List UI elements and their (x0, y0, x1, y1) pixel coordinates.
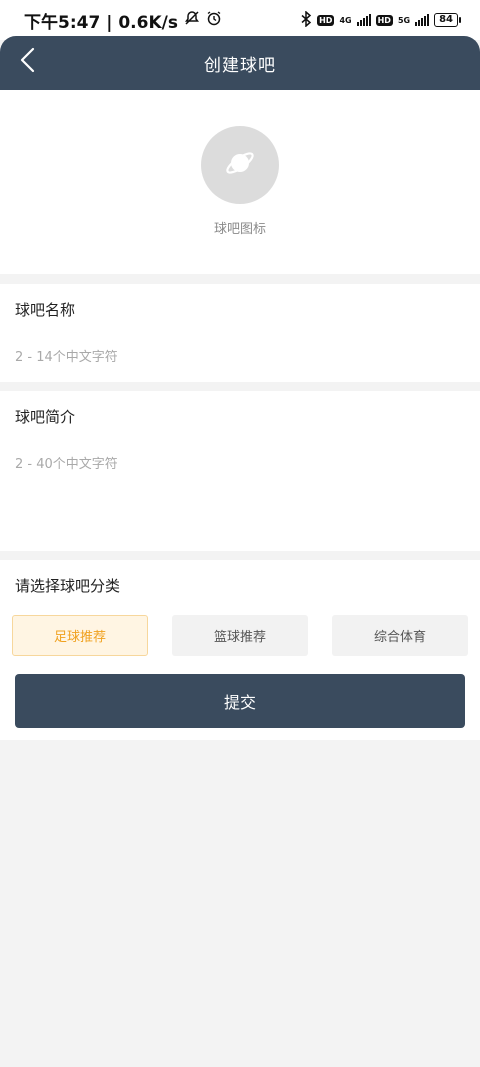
club-intro-label: 球吧简介 (15, 408, 76, 426)
category-option-general-sports[interactable]: 综合体育 (332, 615, 468, 656)
submit-button[interactable]: 提交 (15, 674, 465, 728)
category-option-football[interactable]: 足球推荐 (12, 615, 148, 656)
club-icon-upload[interactable] (201, 126, 279, 204)
planet-icon (223, 146, 257, 184)
signal-1-icon (356, 14, 371, 26)
hd-badge-1: HD (317, 14, 335, 26)
club-name-input[interactable] (15, 346, 465, 368)
alarm-clock-icon (206, 10, 222, 31)
club-intro-input[interactable] (15, 453, 465, 533)
status-time-speed: 下午5:47 | 0.6K/s (24, 12, 178, 33)
network-4g-label: 4G (339, 15, 352, 25)
app-header: 创建球吧 (0, 36, 480, 90)
bluetooth-icon (300, 9, 312, 30)
name-section: 球吧名称 (0, 284, 480, 382)
chevron-left-icon (18, 46, 38, 78)
network-5g-label: 5G (397, 15, 411, 25)
category-option-basketball[interactable]: 篮球推荐 (172, 615, 308, 656)
club-name-label: 球吧名称 (15, 301, 76, 319)
back-button[interactable] (10, 44, 46, 80)
status-right: HD 4G HD 5G 84 (300, 9, 461, 30)
category-label: 请选择球吧分类 (15, 577, 121, 595)
hd-badge-2: HD (375, 14, 393, 26)
icon-section: 球吧图标 (0, 90, 480, 274)
status-left: 下午5:47 | 0.6K/s (24, 8, 222, 33)
intro-section: 球吧简介 (0, 391, 480, 551)
category-section: 请选择球吧分类 足球推荐 篮球推荐 综合体育 提交 (0, 560, 480, 740)
signal-2-icon (415, 14, 430, 26)
page-title: 创建球吧 (204, 55, 276, 76)
status-bar: 下午5:47 | 0.6K/s HD 4G HD 5G 84 (0, 0, 480, 40)
club-icon-label: 球吧图标 (213, 222, 266, 237)
battery-indicator: 84 (434, 13, 461, 27)
mute-bell-icon (184, 10, 200, 31)
